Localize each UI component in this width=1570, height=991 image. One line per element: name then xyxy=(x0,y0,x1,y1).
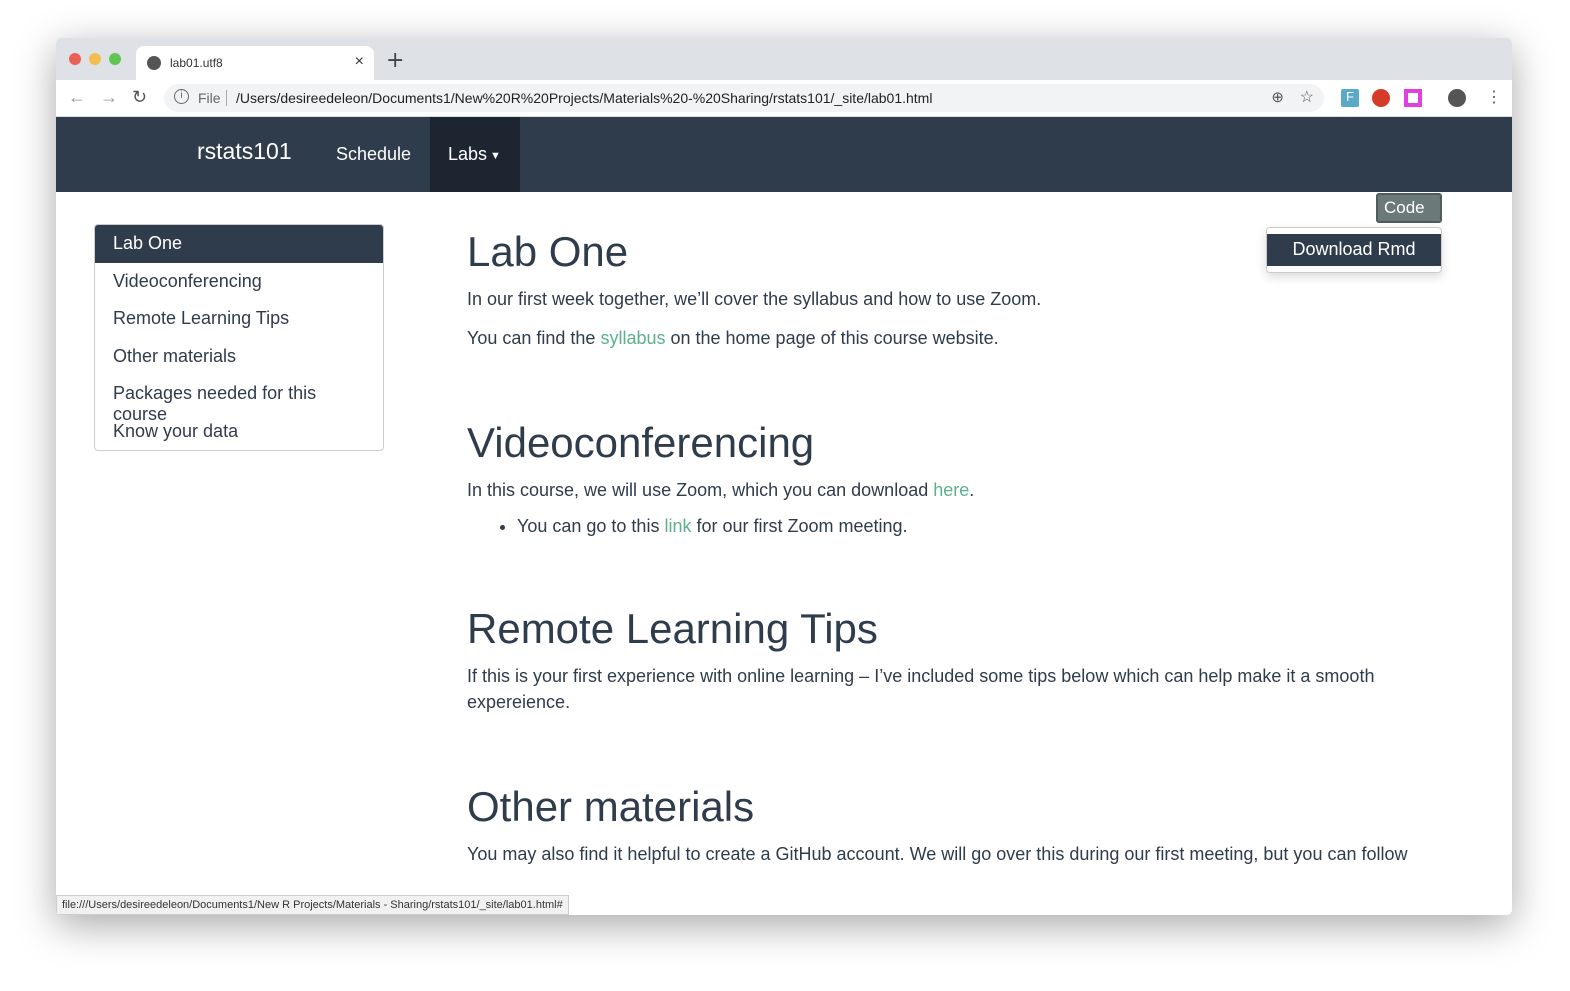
profile-icon[interactable] xyxy=(1448,89,1466,107)
list-item: You can go to this link for our first Zo… xyxy=(517,516,1427,537)
zoom-icon[interactable]: ⊕ xyxy=(1271,88,1284,106)
paragraph: You can find the syllabus on the home pa… xyxy=(467,325,1427,351)
code-label: Code xyxy=(1384,198,1425,217)
reload-icon[interactable]: ↻ xyxy=(132,87,147,108)
star-icon[interactable]: ☆ xyxy=(1300,87,1314,107)
status-bar: file:///Users/desireedeleon/Documents1/N… xyxy=(56,895,569,915)
caret-down-icon: ▼ xyxy=(490,150,501,162)
globe-icon xyxy=(147,56,161,70)
nav-labs-label: Labs xyxy=(448,144,488,164)
close-window-button[interactable] xyxy=(69,53,81,65)
text: for our first Zoom meeting. xyxy=(691,516,908,536)
divider xyxy=(226,90,227,106)
text: . xyxy=(969,480,975,500)
close-tab-icon[interactable]: × xyxy=(355,53,364,71)
zoom-meeting-link[interactable]: link xyxy=(664,516,691,536)
adblock-icon[interactable] xyxy=(1372,89,1390,107)
nav-schedule[interactable]: Schedule xyxy=(336,144,411,165)
section-heading: Lab One xyxy=(467,228,629,275)
paragraph: If this is your first experience with on… xyxy=(467,666,1375,712)
url-input[interactable]: i File /Users/desireedeleon/Documents1/N… xyxy=(164,84,1324,112)
text: You can go to this xyxy=(517,516,665,536)
url-text: /Users/desireedeleon/Documents1/New%20R%… xyxy=(236,90,933,106)
maximize-window-button[interactable] xyxy=(109,53,121,65)
file-label: File xyxy=(198,90,221,106)
section-heading: Other materials xyxy=(467,783,755,830)
toc-item[interactable]: Packages needed for this course xyxy=(95,375,383,424)
syllabus-link[interactable]: syllabus xyxy=(600,328,665,348)
extension-f-icon[interactable]: F xyxy=(1341,89,1359,107)
toc-item[interactable]: Remote Learning Tips xyxy=(95,300,383,338)
brand-link[interactable]: rstats101 xyxy=(197,138,292,165)
site-navbar: rstats101 Schedule Labs ▼ xyxy=(56,117,1512,192)
forward-icon[interactable]: → xyxy=(100,87,118,108)
table-of-contents: Lab One Videoconferencing Remote Learnin… xyxy=(94,224,384,451)
info-icon[interactable]: i xyxy=(174,89,189,104)
menu-dots-icon[interactable]: ⋮ xyxy=(1486,87,1502,107)
new-tab-icon[interactable]: + xyxy=(386,48,404,73)
minimize-window-button[interactable] xyxy=(89,53,101,65)
text: You can find the xyxy=(467,328,601,348)
toc-item[interactable]: Lab One xyxy=(95,225,383,263)
paragraph: You may also find it helpful to create a… xyxy=(467,844,1408,864)
toc-item[interactable]: Other materials xyxy=(95,338,383,376)
extension-square-icon[interactable] xyxy=(1404,89,1422,107)
text: on the home page of this course website. xyxy=(665,328,999,348)
text: In this course, we will use Zoom, which … xyxy=(467,480,934,500)
code-button[interactable]: Code ▼ xyxy=(1376,193,1442,236)
tab-title: lab01.utf8 xyxy=(170,56,223,70)
back-icon[interactable]: ← xyxy=(68,87,86,108)
nav-labs[interactable]: Labs ▼ xyxy=(430,117,520,192)
tab-bar: lab01.utf8 × + xyxy=(56,38,1512,80)
browser-window: lab01.utf8 × + ← → ↻ i File /Users/desir… xyxy=(56,38,1512,915)
paragraph: In this course, we will use Zoom, which … xyxy=(467,477,1427,503)
address-bar: ← → ↻ i File /Users/desireedeleon/Docume… xyxy=(56,80,1512,117)
main-content: Lab One In our first week together, we’l… xyxy=(467,228,1427,880)
section-heading: Videoconferencing xyxy=(467,419,815,466)
zoom-download-link[interactable]: here xyxy=(933,480,969,500)
toc-item[interactable]: Videoconferencing xyxy=(95,263,383,301)
browser-tab[interactable]: lab01.utf8 × xyxy=(136,46,374,80)
paragraph: In our first week together, we’ll cover … xyxy=(467,289,1042,309)
section-heading: Remote Learning Tips xyxy=(467,605,878,652)
